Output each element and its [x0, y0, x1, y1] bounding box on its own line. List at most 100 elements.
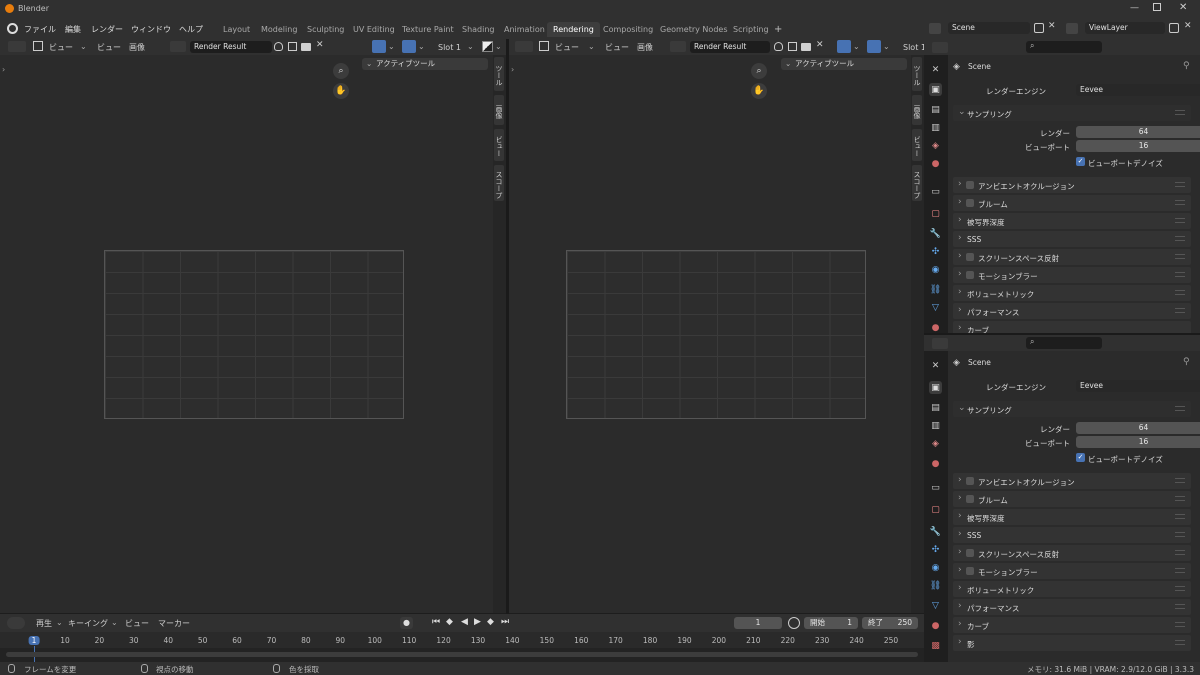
timeline-ruler[interactable]: 1 10 20 30 40 50 60 70 80 90 100 110 120 130 140 150 160… [0, 632, 924, 662]
viewport-denoise-checkbox[interactable]: ✓ [1076, 157, 1085, 166]
drag-grip-icon[interactable] [1175, 532, 1185, 537]
timeline-scrollbar[interactable] [6, 652, 918, 657]
tab-sculpting[interactable]: Sculpting [301, 22, 350, 37]
scene-tab-icon[interactable]: ◈ [929, 139, 942, 152]
render-tab-icon[interactable]: ▣ [929, 83, 942, 96]
tab-uv-editing[interactable]: UV Editing [347, 22, 401, 37]
image-editor-left-viewport[interactable]: › ⌕ ✋ ⌄ アクティブツール [0, 55, 493, 613]
open-folder-icon[interactable] [801, 43, 811, 51]
expand-toolbar-icon[interactable]: › [2, 65, 5, 74]
output-tab-icon[interactable]: ▤ [929, 401, 942, 414]
unlink-image-icon[interactable]: ✕ [816, 40, 824, 50]
drag-grip-icon[interactable] [1175, 550, 1185, 555]
keying-menu[interactable]: キーイング [68, 617, 108, 630]
section-dof[interactable]: › 被写界深度 [953, 509, 1191, 525]
scene-name-field[interactable]: Scene [948, 22, 1030, 34]
world-tab-icon[interactable]: ● [929, 457, 942, 470]
current-frame-field[interactable]: 1 [734, 617, 782, 629]
view-layer-field[interactable]: ViewLayer [1085, 22, 1165, 34]
render-samples-field[interactable]: 64 [1076, 126, 1200, 138]
particles-tab-icon[interactable]: ✣ [929, 245, 942, 258]
add-workspace-button[interactable]: + [768, 22, 788, 37]
sampling-panel-header[interactable]: ⌄ サンプリング [953, 105, 1191, 121]
jump-to-start-icon[interactable]: ⏮ [432, 617, 440, 627]
pin-icon[interactable]: ⚲ [1183, 357, 1190, 367]
modifier-tab-icon[interactable]: 🔧 [929, 525, 942, 538]
collection-tab-icon[interactable]: ▭ [929, 185, 942, 198]
viewport-samples-field[interactable]: 16 [1076, 436, 1200, 448]
active-tool-panel-left[interactable]: ⌄ アクティブツール [362, 58, 488, 70]
view-menu-left[interactable]: ビュー [49, 41, 73, 54]
unlink-image-icon[interactable]: ✕ [316, 40, 324, 50]
section-motion-blur[interactable]: › モーションブラー [953, 563, 1191, 579]
image-name-field[interactable]: Render Result [190, 41, 272, 53]
section-checkbox[interactable] [966, 271, 974, 279]
jump-to-end-icon[interactable]: ⏭ [501, 617, 509, 627]
timeline-editor-icon[interactable] [7, 617, 25, 629]
tab-compositing[interactable]: Compositing [597, 22, 659, 37]
active-tool-panel-right[interactable]: ⌄ アクティブツール [781, 58, 907, 70]
section-ssr[interactable]: › スクリーンスペース反射 [953, 545, 1191, 561]
drag-grip-icon[interactable] [1175, 478, 1185, 483]
maximize-icon[interactable] [1153, 3, 1161, 11]
section-ao[interactable]: › アンビエントオクルージョン [953, 473, 1191, 489]
drag-grip-icon[interactable] [1175, 586, 1185, 591]
side-tab-tool[interactable]: ツール [912, 57, 922, 91]
drag-grip-icon[interactable] [1175, 182, 1185, 187]
section-bloom[interactable]: › ブルーム [953, 195, 1191, 211]
section-volumetrics[interactable]: › ボリューメトリック [953, 581, 1191, 597]
view-layer-tab-icon[interactable]: ▥ [929, 419, 942, 432]
scene-selector-icon[interactable] [929, 23, 941, 34]
side-tab-scopes[interactable]: スコープ [912, 165, 922, 201]
chevron-down-icon[interactable]: ⌄ [495, 40, 502, 53]
duplicate-image-icon[interactable] [288, 42, 297, 51]
search-input[interactable]: ⌕ [1026, 41, 1102, 53]
start-frame-field[interactable]: 開始 1 [804, 617, 858, 629]
pin-icon[interactable]: ⚲ [1183, 61, 1190, 71]
section-checkbox[interactable] [966, 477, 974, 485]
duplicate-image-icon[interactable] [788, 42, 797, 51]
expand-toolbar-icon[interactable]: › [511, 65, 514, 74]
collection-tab-icon[interactable]: ▭ [929, 481, 942, 494]
menu-file[interactable]: ファイル [24, 24, 56, 35]
drag-grip-icon[interactable] [1175, 200, 1185, 205]
material-tab-icon[interactable]: ● [929, 619, 942, 632]
drag-grip-icon[interactable] [1175, 236, 1185, 241]
image-name-field[interactable]: Render Result [690, 41, 770, 53]
pan-hand-icon[interactable]: ✋ [333, 83, 349, 99]
constraints-tab-icon[interactable]: ⛓ [929, 579, 942, 592]
section-checkbox[interactable] [966, 181, 974, 189]
render-samples-field[interactable]: 64 [1076, 422, 1200, 434]
section-volumetrics[interactable]: › ボリューメトリック [953, 285, 1191, 301]
drag-grip-icon[interactable] [1175, 218, 1185, 223]
drag-grip-icon[interactable] [1175, 290, 1185, 295]
object-tab-icon[interactable]: ▢ [929, 207, 942, 220]
section-shadows[interactable]: › 影 [953, 635, 1191, 651]
gizmo-toggle-icon[interactable] [372, 40, 386, 53]
section-motion-blur[interactable]: › モーションブラー [953, 267, 1191, 283]
drag-grip-icon[interactable] [1175, 640, 1185, 645]
tab-texture-paint[interactable]: Texture Paint [396, 22, 460, 37]
viewport-denoise-checkbox[interactable]: ✓ [1076, 453, 1085, 462]
section-checkbox[interactable] [966, 567, 974, 575]
image-editor-right-viewport[interactable]: › ⌕ ✋ ⌄ アクティブツール [509, 55, 911, 613]
physics-tab-icon[interactable]: ◉ [929, 263, 942, 276]
open-folder-icon[interactable] [301, 43, 311, 51]
section-checkbox[interactable] [966, 253, 974, 261]
chevron-down-icon[interactable]: ⌄ [467, 40, 474, 53]
minimize-icon[interactable]: — [1130, 3, 1139, 13]
side-tab-view[interactable]: ビュー [494, 129, 504, 161]
chevron-down-icon[interactable]: ⌄ [111, 616, 118, 629]
search-input[interactable]: ⌕ [1026, 337, 1102, 349]
data-tab-icon[interactable]: ▽ [929, 599, 942, 612]
tool-tab-icon[interactable]: ✕ [929, 63, 942, 76]
image-browse-icon[interactable] [170, 41, 186, 52]
drag-grip-icon[interactable] [1175, 514, 1185, 519]
scene-tab-icon[interactable]: ◈ [929, 437, 942, 450]
zoom-icon[interactable]: ⌕ [333, 63, 349, 79]
drag-grip-icon[interactable] [1175, 406, 1185, 411]
new-scene-icon[interactable] [1034, 23, 1044, 33]
physics-tab-icon[interactable]: ◉ [929, 561, 942, 574]
sampling-panel-header[interactable]: ⌄ サンプリング [953, 401, 1191, 417]
side-tab-view[interactable]: ビュー [912, 129, 922, 161]
